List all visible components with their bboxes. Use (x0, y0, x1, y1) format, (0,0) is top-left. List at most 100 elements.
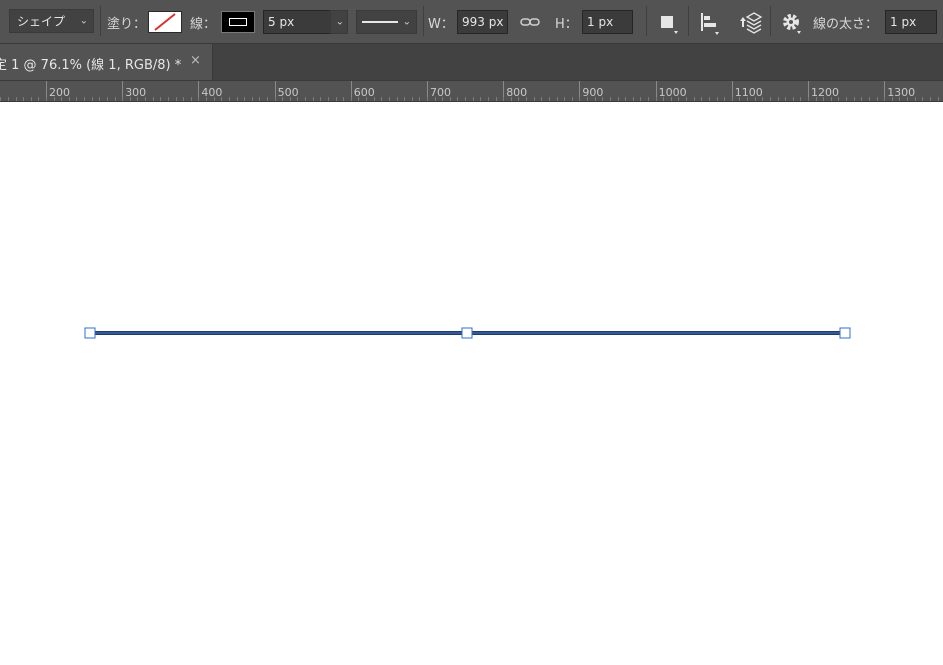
ruler-minor-tick (930, 97, 931, 101)
ruler-minor-tick (130, 97, 131, 101)
ruler-minor-tick (214, 97, 215, 101)
ruler-minor-tick (770, 97, 771, 101)
ruler-tick-label: 200 (49, 86, 70, 99)
ruler-minor-tick (762, 97, 763, 101)
ruler-minor-tick (717, 97, 718, 101)
path-operations-icon[interactable] (657, 11, 681, 35)
ruler-minor-tick (419, 97, 420, 101)
line-weight-input[interactable]: 1 px (885, 10, 937, 34)
stroke-swatch-inner (229, 18, 247, 26)
ruler-minor-tick (694, 97, 695, 101)
ruler-minor-tick (252, 97, 253, 101)
stroke-width-value: 5 px (268, 15, 295, 29)
ruler-minor-tick (579, 97, 580, 101)
path-alignment-icon[interactable] (697, 10, 723, 36)
ruler-minor-tick (823, 97, 824, 101)
anchor-point-right[interactable] (839, 327, 851, 339)
ruler-minor-tick (221, 97, 222, 101)
ruler-minor-tick (0, 97, 1, 101)
ruler-minor-tick (602, 97, 603, 101)
chevron-down-icon: ⌄ (79, 15, 88, 27)
ruler-minor-tick (374, 97, 375, 101)
canvas-artwork (84, 327, 851, 339)
stroke-width-dropdown-button[interactable]: ⌄ (330, 10, 348, 34)
chevron-down-icon: ⌄ (402, 16, 411, 28)
ruler-minor-tick (701, 97, 702, 101)
ruler-minor-tick (816, 97, 817, 101)
ruler-minor-tick (648, 97, 649, 101)
width-input[interactable]: 993 px (457, 10, 508, 34)
ruler-minor-tick (838, 97, 839, 101)
tool-mode-dropdown[interactable]: シェイプ ⌄ (9, 9, 94, 33)
height-input[interactable]: 1 px (582, 10, 633, 34)
anchor-point-left[interactable] (84, 327, 96, 339)
ruler-minor-tick (884, 97, 885, 101)
fill-label: 塗り： (107, 17, 147, 32)
ruler-minor-tick (267, 97, 268, 101)
ruler-minor-tick (808, 97, 809, 101)
ruler-minor-tick (625, 97, 626, 101)
tool-mode-value: シェイプ (17, 14, 66, 29)
ruler-minor-tick (869, 97, 870, 101)
ruler-minor-tick (892, 97, 893, 101)
ruler-minor-tick (778, 97, 779, 101)
ruler-minor-tick (785, 97, 786, 101)
ruler-minor-tick (381, 97, 382, 101)
ruler-minor-tick (16, 97, 17, 101)
path-arrangement-icon[interactable] (736, 9, 764, 37)
ruler-minor-tick (618, 97, 619, 101)
ruler-minor-tick (38, 97, 39, 101)
height-value: 1 px (587, 15, 614, 29)
anchor-point-middle[interactable] (461, 327, 473, 339)
stroke-swatch[interactable] (221, 11, 255, 33)
horizontal-ruler[interactable]: 200 300 400 500 600 700 800 900 1000 1100 1200 1300 (0, 80, 943, 102)
ruler-minor-tick (191, 97, 192, 101)
ruler-minor-tick (503, 97, 504, 101)
ruler-minor-tick (397, 97, 398, 101)
ruler-minor-tick (755, 97, 756, 101)
fill-swatch[interactable] (148, 11, 182, 33)
ruler-minor-tick (511, 97, 512, 101)
ruler-minor-tick (877, 97, 878, 101)
ruler-minor-tick (328, 97, 329, 101)
ruler-minor-tick (747, 97, 748, 101)
ruler-minor-tick (244, 97, 245, 101)
document-canvas[interactable] (0, 102, 943, 665)
close-icon[interactable]: × (190, 53, 201, 68)
link-icon[interactable] (519, 12, 541, 32)
ruler-minor-tick (107, 97, 108, 101)
ruler-minor-tick (358, 97, 359, 101)
ruler-minor-tick (427, 97, 428, 101)
ruler-minor-tick (351, 97, 352, 101)
ruler-minor-tick (69, 97, 70, 101)
ruler-minor-tick (31, 97, 32, 101)
ruler-minor-tick (275, 97, 276, 101)
ruler-minor-tick (8, 97, 9, 101)
ruler-minor-tick (526, 97, 527, 101)
gear-icon[interactable] (779, 10, 805, 36)
width-label: W： (428, 17, 454, 32)
ruler-minor-tick (23, 97, 24, 101)
ruler-minor-tick (793, 97, 794, 101)
document-tab[interactable]: 定 1 @ 76.1% (線 1, RGB/8) * × (0, 44, 213, 80)
ruler-minor-tick (168, 97, 169, 101)
ruler-minor-tick (549, 97, 550, 101)
ruler-tick-label: 900 (582, 86, 604, 99)
ruler-tick-label: 700 (430, 86, 451, 99)
ruler-minor-tick (122, 97, 123, 101)
ruler-minor-tick (343, 97, 344, 101)
ruler-minor-tick (496, 97, 497, 101)
ruler-minor-tick (831, 97, 832, 101)
document-tab-title: 定 1 @ 76.1% (線 1, RGB/8) * (0, 58, 182, 73)
ruler-minor-tick (366, 97, 367, 101)
ruler-minor-tick (145, 97, 146, 101)
stroke-type-dropdown[interactable]: ⌄ (356, 10, 417, 34)
ruler-minor-tick (435, 97, 436, 101)
ruler-minor-tick (290, 97, 291, 101)
stroke-width-input[interactable]: 5 px (263, 10, 331, 34)
ruler-tick-label: 600 (353, 86, 375, 99)
ruler-minor-tick (320, 97, 321, 101)
ruler-minor-tick (907, 97, 908, 101)
ruler-minor-tick (54, 97, 55, 101)
ruler-minor-tick (922, 97, 923, 101)
